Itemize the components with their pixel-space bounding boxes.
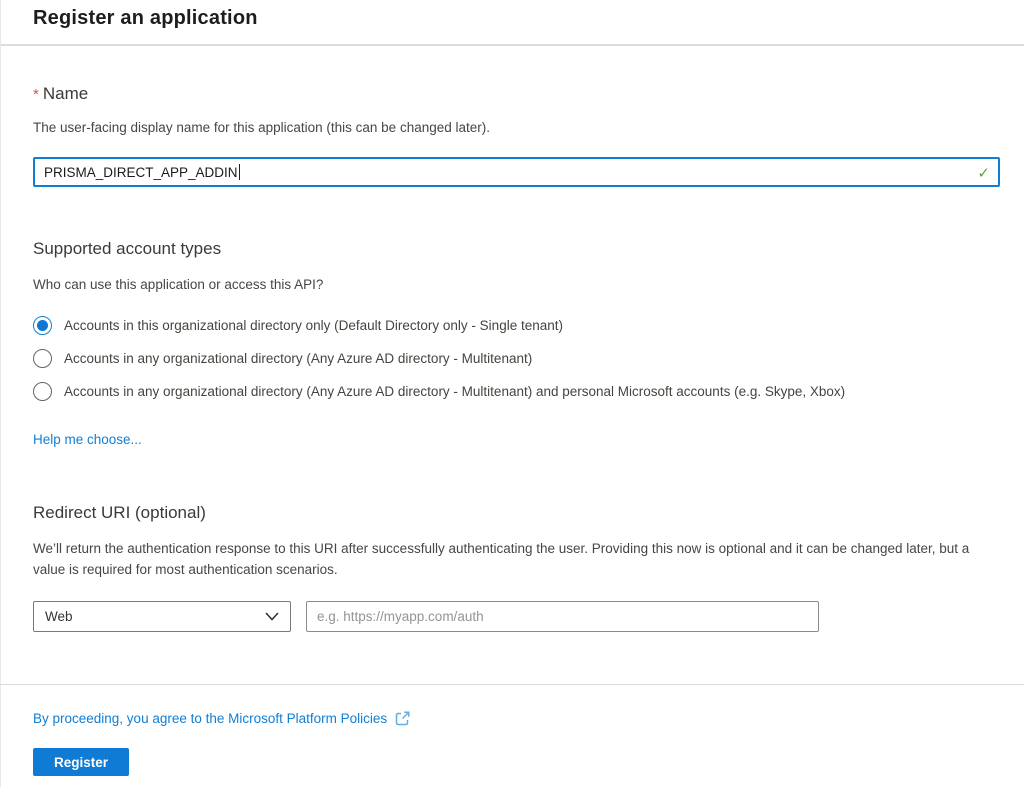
register-button[interactable]: Register xyxy=(33,748,129,776)
account-types-question: Who can use this application or access t… xyxy=(33,274,1000,295)
redirect-uri-section: Redirect URI (optional) We’ll return the… xyxy=(33,503,1000,632)
footer-divider xyxy=(0,684,1024,685)
chevron-down-icon xyxy=(265,612,279,621)
name-input-wrap: PRISMA_DIRECT_APP_ADDIN ✓ xyxy=(33,157,1000,187)
redirect-uri-controls: Web xyxy=(33,601,1000,632)
platform-select-value: Web xyxy=(45,609,73,624)
account-types-radio-group: Accounts in this organizational director… xyxy=(33,316,1000,401)
required-asterisk: * xyxy=(33,86,39,103)
radio-label: Accounts in any organizational directory… xyxy=(64,384,845,399)
platform-policies-link[interactable]: By proceeding, you agree to the Microsof… xyxy=(33,711,387,726)
page-content: *Name The user-facing display name for t… xyxy=(1,84,1024,776)
account-types-heading: Supported account types xyxy=(33,239,1000,259)
app-name-input[interactable]: PRISMA_DIRECT_APP_ADDIN xyxy=(33,157,1000,187)
app-name-value: PRISMA_DIRECT_APP_ADDIN xyxy=(44,165,238,180)
radio-unselected-icon[interactable] xyxy=(33,349,52,368)
redirect-uri-description: We’ll return the authentication response… xyxy=(33,538,995,580)
radio-multitenant[interactable]: Accounts in any organizational directory… xyxy=(33,349,1000,368)
text-caret xyxy=(239,164,240,180)
redirect-uri-input[interactable] xyxy=(306,601,819,632)
name-label: *Name xyxy=(33,84,1000,104)
checkmark-icon: ✓ xyxy=(977,164,990,182)
page-title: Register an application xyxy=(33,7,1024,30)
name-label-text: Name xyxy=(43,84,88,103)
policy-row: By proceeding, you agree to the Microsof… xyxy=(33,710,1000,727)
register-application-page: Register an application *Name The user-f… xyxy=(0,0,1024,787)
radio-unselected-icon[interactable] xyxy=(33,382,52,401)
name-section: *Name The user-facing display name for t… xyxy=(33,84,1000,187)
help-me-choose-link[interactable]: Help me choose... xyxy=(33,432,142,447)
platform-select[interactable]: Web xyxy=(33,601,291,632)
radio-multitenant-personal[interactable]: Accounts in any organizational directory… xyxy=(33,382,1000,401)
external-link-icon xyxy=(394,710,411,727)
radio-selected-icon[interactable] xyxy=(33,316,52,335)
page-header: Register an application xyxy=(1,0,1024,46)
radio-label: Accounts in any organizational directory… xyxy=(64,351,532,366)
radio-label: Accounts in this organizational director… xyxy=(64,318,563,333)
supported-account-types-section: Supported account types Who can use this… xyxy=(33,239,1000,447)
name-description: The user-facing display name for this ap… xyxy=(33,117,1000,138)
redirect-uri-heading: Redirect URI (optional) xyxy=(33,503,1000,523)
radio-single-tenant[interactable]: Accounts in this organizational director… xyxy=(33,316,1000,335)
